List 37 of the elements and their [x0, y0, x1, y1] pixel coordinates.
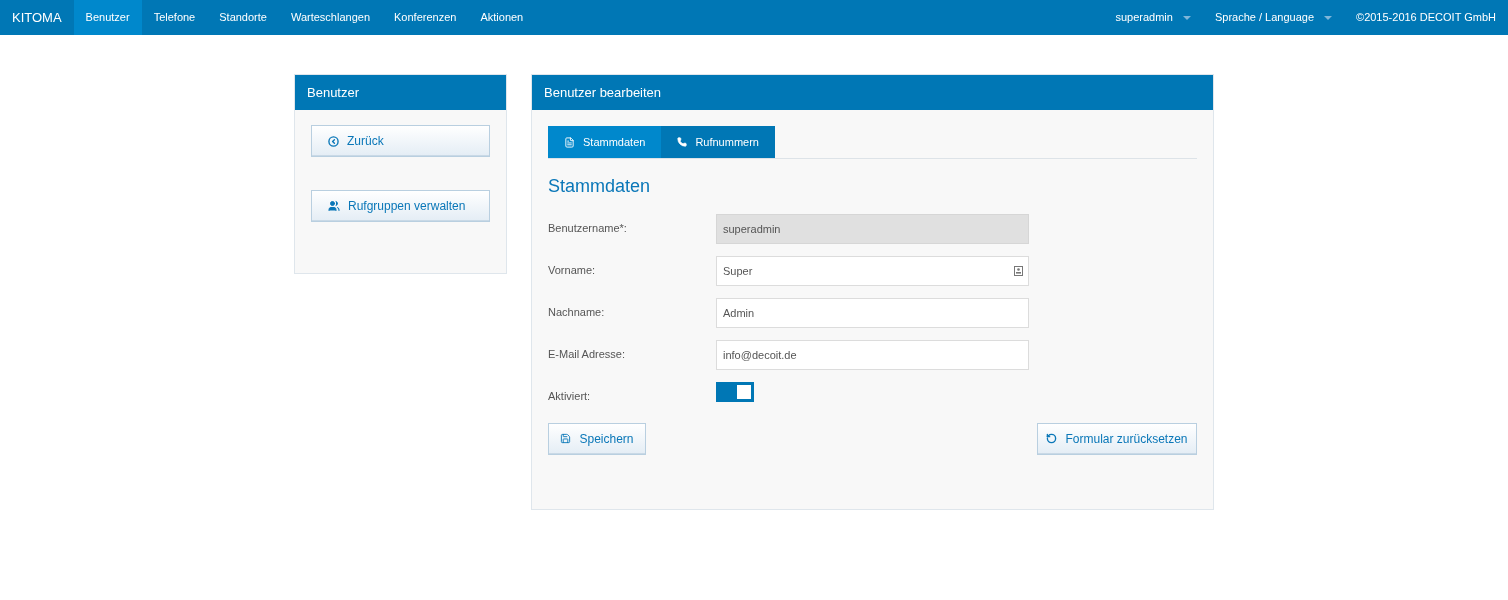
input-field[interactable]: Admin: [716, 298, 1029, 328]
brand-logo[interactable]: KITOMA: [0, 0, 74, 35]
nav-link[interactable]: Warteschlangen: [278, 0, 383, 35]
panel-title: Benutzer: [307, 83, 360, 102]
save-icon: [560, 433, 572, 444]
nav-link[interactable]: Telefone: [141, 0, 208, 35]
field-label: Nachname:: [548, 305, 606, 320]
caret-icon: [1324, 15, 1333, 20]
tab[interactable]: Rufnummern: [661, 126, 775, 158]
toggle-switch[interactable]: [716, 382, 754, 402]
nav-link[interactable]: Standorte: [207, 0, 279, 35]
save-button[interactable]: Speichern: [548, 422, 646, 455]
users-icon: [328, 200, 340, 212]
reset-icon: [1046, 433, 1058, 444]
section-heading: Stammdaten: [548, 175, 651, 198]
field-label: Benutzername*:: [548, 221, 628, 236]
nav-link[interactable]: Aktionen: [468, 0, 536, 35]
reset-form-button[interactable]: Formular zurücksetzen: [1037, 422, 1197, 455]
nav-link[interactable]: Konferenzen: [382, 0, 469, 35]
field-label: Aktiviert:: [548, 389, 592, 404]
dropdown-menu[interactable]: superadmin: [1103, 0, 1203, 35]
field-label: E-Mail Adresse:: [548, 347, 627, 362]
field-label: Vorname:: [548, 263, 597, 278]
phone-icon: [677, 137, 688, 147]
dropdown-menu[interactable]: Sprache / Language: [1202, 0, 1345, 35]
panel-title: Benutzer bearbeiten: [544, 83, 662, 102]
input-field[interactable]: info@decoit.de: [716, 340, 1029, 370]
input-field[interactable]: Super: [716, 256, 1029, 286]
nav-link[interactable]: Benutzer: [73, 0, 142, 35]
contact-card-icon[interactable]: [1014, 266, 1023, 276]
back-button[interactable]: Zurück: [311, 125, 490, 157]
copyright-text: ©2015-2016 DECOIT GmbH: [1355, 10, 1497, 26]
back-icon: [328, 135, 339, 147]
caret-icon: [1182, 15, 1191, 20]
document-icon: [564, 136, 575, 148]
tab[interactable]: Stammdaten: [548, 126, 662, 158]
manage-groups-button[interactable]: Rufgruppen verwalten: [311, 190, 490, 222]
